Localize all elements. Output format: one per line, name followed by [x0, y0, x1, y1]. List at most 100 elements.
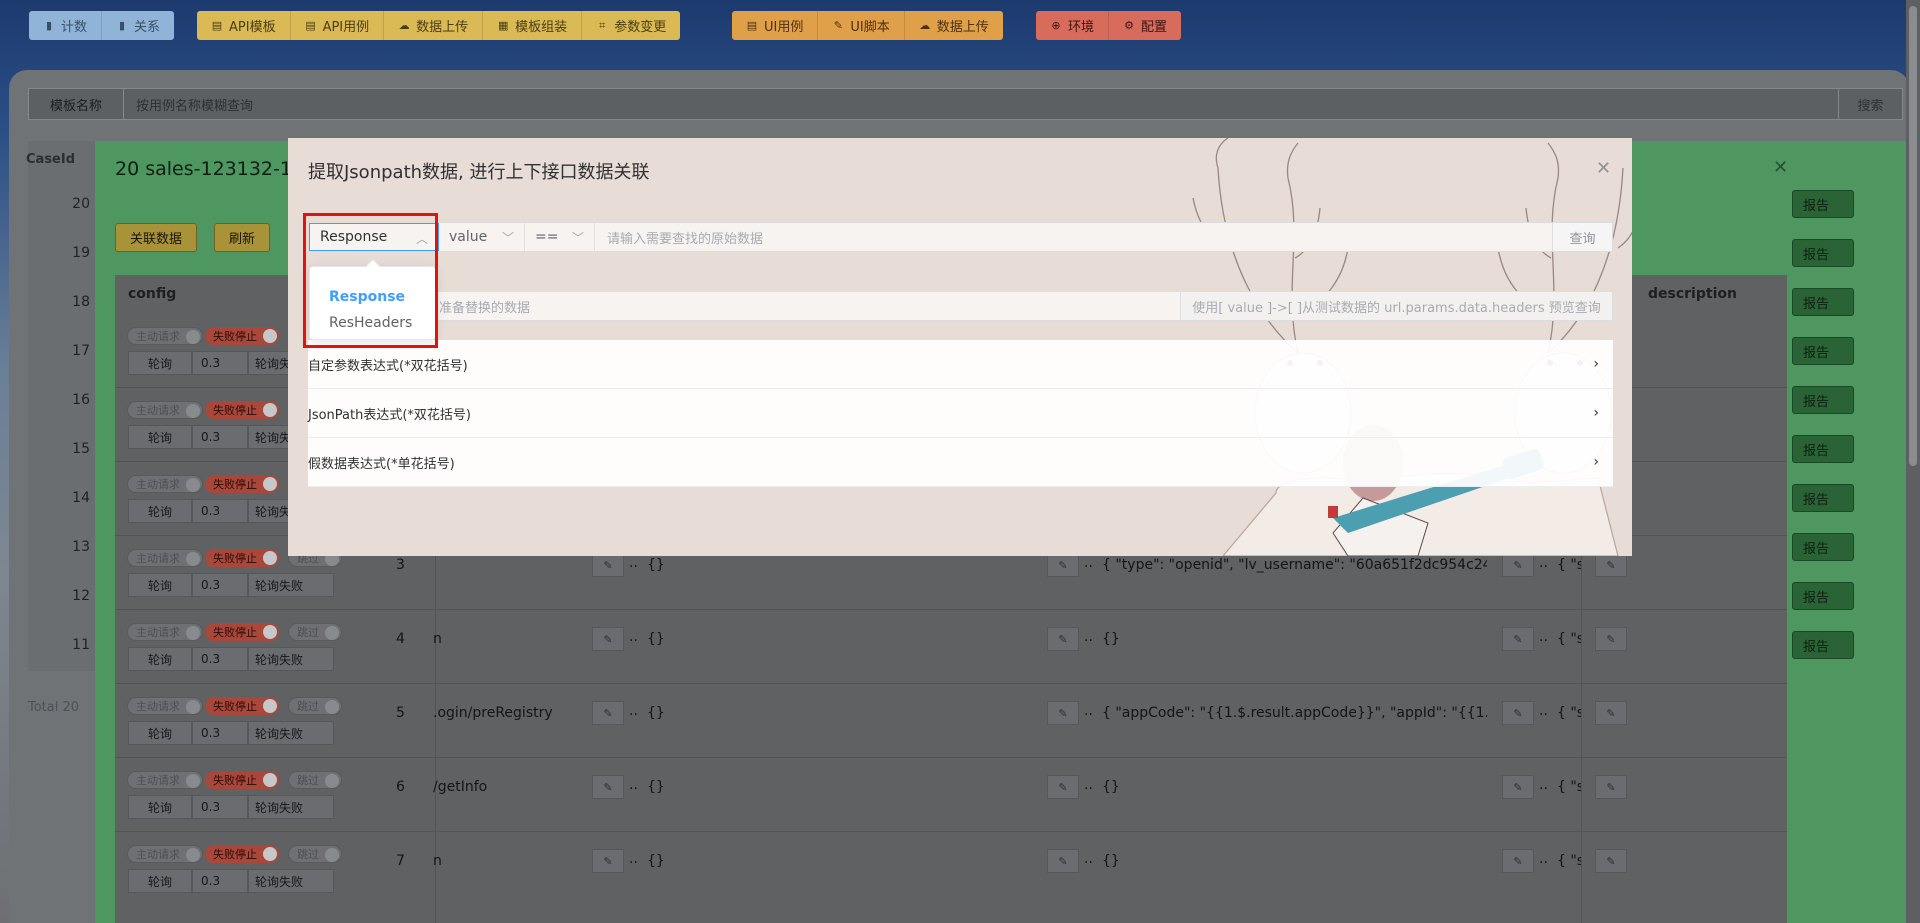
- preview-query-button[interactable]: 使用[ value ]->[ ]从测试数据的 url.params.data.h…: [1180, 292, 1612, 320]
- toolbar-template-assembly-button[interactable]: ▦ 模板组装: [483, 11, 583, 40]
- active-request-toggle[interactable]: 主动请求: [127, 623, 203, 641]
- edit-icon[interactable]: ✎: [592, 849, 624, 873]
- report-button[interactable]: 报告: [1792, 631, 1854, 659]
- report-button[interactable]: 报告: [1792, 484, 1854, 512]
- poll-fail-checkbox[interactable]: 轮询失败: [248, 721, 334, 745]
- active-request-toggle[interactable]: 主动请求: [127, 401, 203, 419]
- skip-toggle[interactable]: 跳过: [288, 623, 342, 641]
- query-button[interactable]: 查询: [1552, 223, 1612, 251]
- edit-icon[interactable]: ✎: [1502, 849, 1534, 873]
- case-id-item[interactable]: 11: [60, 637, 90, 653]
- edit-icon[interactable]: ✎: [1595, 553, 1627, 577]
- operator-select[interactable]: == ﹀: [525, 223, 595, 251]
- poll-interval-input[interactable]: 0.3: [192, 351, 248, 375]
- fail-stop-toggle[interactable]: 失败停止: [205, 771, 279, 789]
- edit-icon[interactable]: ✎: [1047, 849, 1079, 873]
- edit-icon[interactable]: ✎: [1595, 775, 1627, 799]
- report-button[interactable]: 报告: [1792, 337, 1854, 365]
- poll-interval-input[interactable]: 0.3: [192, 721, 248, 745]
- case-id-item[interactable]: 13: [60, 539, 90, 555]
- edit-icon[interactable]: ✎: [1502, 775, 1534, 799]
- skip-toggle[interactable]: 跳过: [288, 697, 342, 715]
- case-id-item[interactable]: 14: [60, 490, 90, 506]
- fail-stop-toggle[interactable]: 失败停止: [205, 845, 279, 863]
- edit-icon[interactable]: ✎: [592, 701, 624, 725]
- skip-toggle[interactable]: 跳过: [288, 845, 342, 863]
- fail-stop-toggle[interactable]: 失败停止: [205, 697, 279, 715]
- fail-stop-toggle[interactable]: 失败停止: [205, 401, 279, 419]
- fail-stop-toggle[interactable]: 失败停止: [205, 327, 279, 345]
- report-button[interactable]: 报告: [1792, 288, 1854, 316]
- fail-stop-toggle[interactable]: 失败停止: [205, 549, 279, 567]
- case-modal-close-icon[interactable]: ✕: [1773, 157, 1788, 178]
- fail-stop-toggle[interactable]: 失败停止: [205, 623, 279, 641]
- edit-icon[interactable]: ✎: [1595, 701, 1627, 725]
- report-button[interactable]: 报告: [1792, 533, 1854, 561]
- active-request-toggle[interactable]: 主动请求: [127, 327, 203, 345]
- poll-fail-checkbox[interactable]: 轮询失败: [248, 869, 334, 893]
- replace-input[interactable]: 准备替换的数据: [309, 292, 1180, 320]
- report-button[interactable]: 报告: [1792, 582, 1854, 610]
- refresh-button[interactable]: 刷新: [214, 223, 271, 252]
- link-data-button[interactable]: 关联数据: [115, 223, 198, 252]
- poll-interval-input[interactable]: 0.3: [192, 795, 248, 819]
- scrollbar-thumb[interactable]: [1909, 6, 1917, 466]
- poll-fail-checkbox[interactable]: 轮询失败: [248, 573, 334, 597]
- edit-icon[interactable]: ✎: [1047, 701, 1079, 725]
- edit-icon[interactable]: ✎: [1047, 553, 1079, 577]
- report-button[interactable]: 报告: [1792, 386, 1854, 414]
- case-id-item[interactable]: 15: [60, 441, 90, 457]
- active-request-toggle[interactable]: 主动请求: [127, 771, 203, 789]
- edit-icon[interactable]: ✎: [592, 553, 624, 577]
- poll-fail-checkbox[interactable]: 轮询失败: [248, 647, 334, 671]
- edit-icon[interactable]: ✎: [1595, 849, 1627, 873]
- search-button[interactable]: 搜索: [1838, 89, 1902, 119]
- toolbar-data-upload-button[interactable]: ☁ 数据上传: [384, 11, 484, 40]
- poll-interval-input[interactable]: 0.3: [192, 425, 248, 449]
- toolbar-param-change-button[interactable]: ⌗ 参数变更: [582, 11, 681, 40]
- field-select[interactable]: value ﹀: [439, 223, 525, 251]
- toolbar-env-button[interactable]: ⊕ 环境: [1036, 11, 1110, 40]
- collapse-jsonpath[interactable]: JsonPath表达式(*双花括号) ›: [308, 389, 1613, 438]
- toolbar-relation-button[interactable]: ▮ 关系: [102, 11, 175, 40]
- edit-icon[interactable]: ✎: [1047, 775, 1079, 799]
- case-id-item[interactable]: 16: [60, 392, 90, 408]
- active-request-toggle[interactable]: 主动请求: [127, 549, 203, 567]
- case-id-item[interactable]: 18: [60, 294, 90, 310]
- edit-icon[interactable]: ✎: [1595, 627, 1627, 651]
- poll-interval-input[interactable]: 0.3: [192, 573, 248, 597]
- edit-icon[interactable]: ✎: [1502, 627, 1534, 651]
- report-button[interactable]: 报告: [1792, 435, 1854, 463]
- poll-interval-input[interactable]: 0.3: [192, 647, 248, 671]
- skip-toggle[interactable]: 跳过: [288, 771, 342, 789]
- edit-icon[interactable]: ✎: [592, 775, 624, 799]
- edit-icon[interactable]: ✎: [1502, 701, 1534, 725]
- case-id-item[interactable]: 20: [60, 196, 90, 212]
- toolbar-api-template-button[interactable]: ▤ API模板: [197, 11, 291, 40]
- active-request-toggle[interactable]: 主动请求: [127, 697, 203, 715]
- case-id-item[interactable]: 19: [60, 245, 90, 261]
- dialog-close-icon[interactable]: ✕: [1596, 158, 1611, 179]
- toolbar-count-button[interactable]: ▮ 计数: [29, 11, 103, 40]
- toolbar-ui-script-button[interactable]: ✎ UI脚本: [818, 11, 905, 40]
- active-request-toggle[interactable]: 主动请求: [127, 475, 203, 493]
- collapse-fake-data[interactable]: 假数据表达式(*单花括号) ›: [308, 438, 1613, 487]
- query-input[interactable]: 请输入需要查找的原始数据: [595, 223, 1552, 251]
- edit-icon[interactable]: ✎: [592, 627, 624, 651]
- poll-interval-input[interactable]: 0.3: [192, 499, 248, 523]
- toolbar-api-case-button[interactable]: ▤ API用例: [290, 11, 385, 40]
- toolbar-config-button[interactable]: ⚙ 配置: [1109, 11, 1182, 40]
- case-id-item[interactable]: 12: [60, 588, 90, 604]
- report-button[interactable]: 报告: [1792, 190, 1854, 218]
- edit-icon[interactable]: ✎: [1047, 627, 1079, 651]
- toolbar-ui-upload-button[interactable]: ☁ 数据上传: [904, 11, 1003, 40]
- toolbar-ui-case-button[interactable]: ▤ UI用例: [732, 11, 819, 40]
- poll-fail-checkbox[interactable]: 轮询失败: [248, 795, 334, 819]
- search-input[interactable]: 按用例名称模糊查询: [124, 95, 1838, 114]
- fail-stop-toggle[interactable]: 失败停止: [205, 475, 279, 493]
- active-request-toggle[interactable]: 主动请求: [127, 845, 203, 863]
- edit-icon[interactable]: ✎: [1502, 553, 1534, 577]
- poll-interval-input[interactable]: 0.3: [192, 869, 248, 893]
- case-id-item[interactable]: 17: [60, 343, 90, 359]
- report-button[interactable]: 报告: [1792, 239, 1854, 267]
